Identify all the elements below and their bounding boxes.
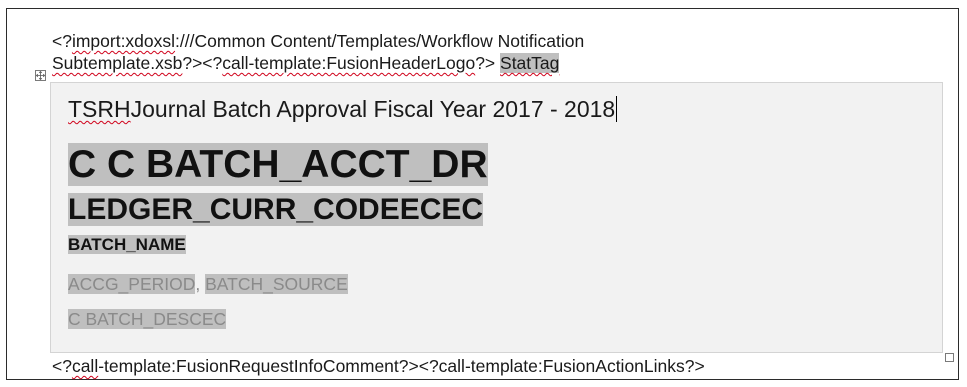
header-call-line[interactable]: Subtemplate.xsb?><?call-template:FusionH… (52, 53, 560, 74)
subtemplate-token: Subtemplate.xsb (52, 53, 183, 73)
batch-acct-dr-field[interactable]: C C BATCH_ACCT_DR (68, 143, 488, 186)
batch-desc-field[interactable]: C BATCH_DESCEC (68, 309, 227, 329)
batch-name-field[interactable]: BATCH_NAME (68, 235, 186, 254)
ledger-curr-code-field[interactable]: LEDGER_CURR_CODEECEC (68, 193, 484, 226)
batch-name-field-line[interactable]: BATCH_NAME (68, 235, 186, 255)
footer-call-rest: -template:FusionRequestInfoComment?><?ca… (98, 356, 705, 376)
accg-period-field[interactable]: ACCG_PERIOD (68, 274, 196, 294)
batch-approval-title[interactable]: TSRHJournal Batch Approval Fiscal Year 2… (68, 96, 618, 123)
batch-source-field[interactable]: BATCH_SOURCE (205, 274, 348, 294)
import-path: :///Common Content/Templates/Workflow No… (175, 31, 585, 51)
directive-joiner: ?><? (182, 53, 223, 73)
stattag-field[interactable]: StatTag (500, 53, 560, 73)
import-token: import:xdoxsl (71, 31, 176, 51)
batch-desc-field-line[interactable]: C BATCH_DESCEC (68, 309, 227, 330)
footer-call-token: call (71, 356, 99, 376)
resize-square-icon[interactable] (945, 353, 954, 362)
text-caret (616, 96, 618, 122)
field-separator: , (195, 274, 206, 294)
directive-close: ?> (475, 53, 501, 73)
footer-prefix: <? (52, 356, 72, 376)
batch-acct-dr-field-line[interactable]: C C BATCH_ACCT_DR (68, 143, 488, 187)
import-directive-line[interactable]: <?import:xdoxsl:///Common Content/Templa… (52, 31, 584, 52)
import-prefix: <? (52, 31, 72, 51)
move-arrows-icon[interactable] (35, 70, 46, 81)
header-logo-call: call-template:FusionHeaderLogo (222, 53, 476, 73)
ledger-curr-code-field-line[interactable]: LEDGER_CURR_CODEECEC (68, 193, 484, 227)
title-prefix-token: TSRH (68, 96, 131, 122)
period-source-line[interactable]: ACCG_PERIOD, BATCH_SOURCE (68, 274, 348, 295)
footer-call-line[interactable]: <?call-template:FusionRequestInfoComment… (52, 356, 705, 377)
title-text: Journal Batch Approval Fiscal Year 2017 … (130, 96, 616, 122)
